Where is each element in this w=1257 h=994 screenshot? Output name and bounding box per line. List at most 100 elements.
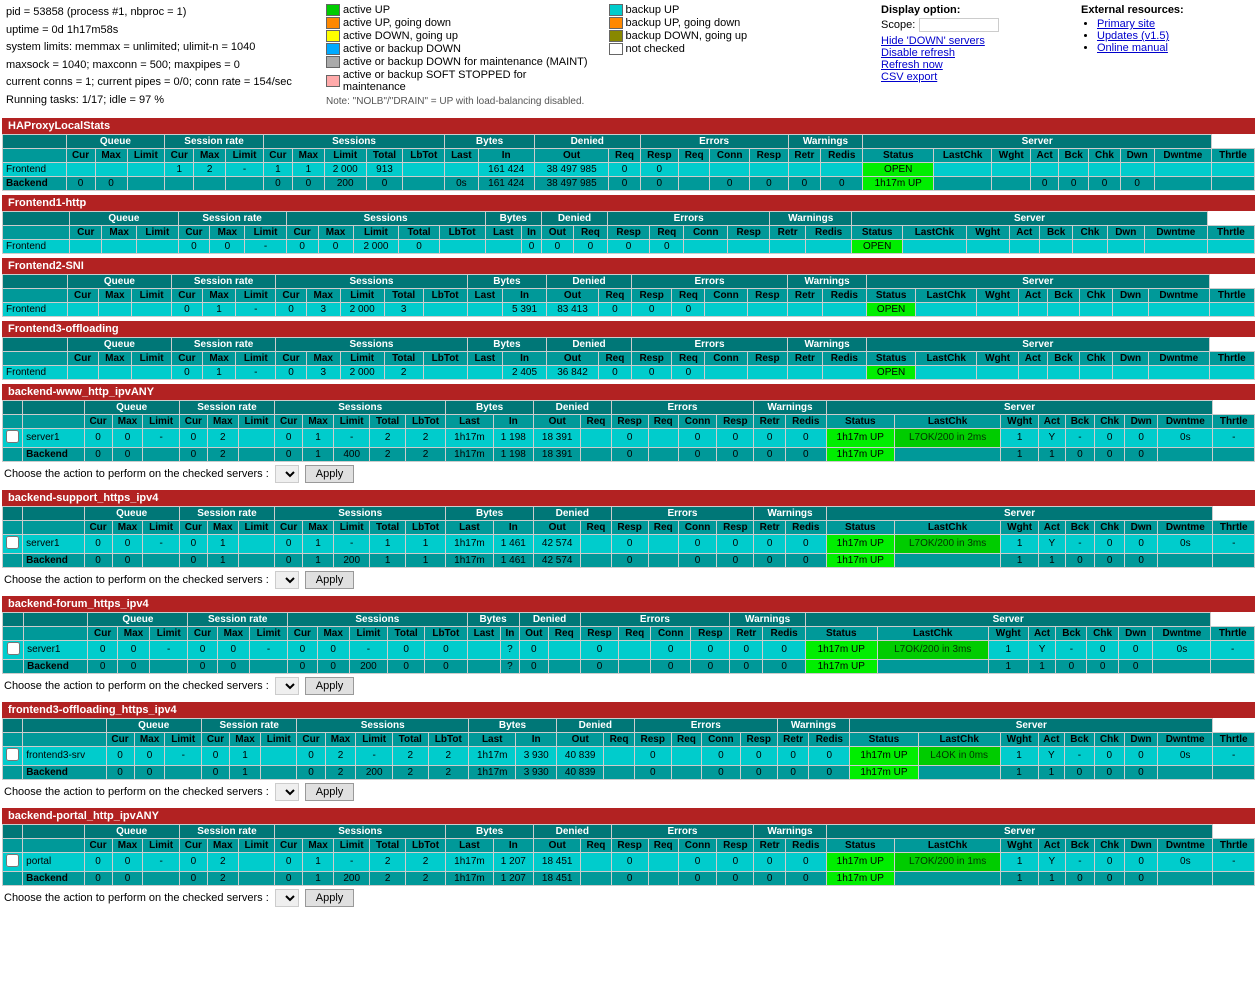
th-session-rate: Session rate: [178, 211, 286, 225]
th-server: Server: [867, 274, 1209, 288]
apply-button-backend-support-https-ipv4[interactable]: Apply: [305, 571, 355, 589]
th-warnings: Warnings: [754, 824, 826, 838]
action-row-backend-portal-http-ipvany: Choose the action to perform on the chec…: [2, 886, 1255, 910]
uptime-line: uptime = 0d 1h17m58s: [6, 22, 316, 40]
action-label: Choose the action to perform on the chec…: [4, 786, 269, 798]
row-checkbox-0[interactable]: [6, 854, 19, 867]
row-checkbox-0[interactable]: [7, 642, 20, 655]
status-badge: 1h17m UP: [826, 428, 894, 447]
apply-button-backend-www-http-ipvany[interactable]: Apply: [305, 465, 355, 483]
th-queue: Queue: [88, 612, 188, 626]
legend-item: active UP: [326, 4, 589, 16]
th-warnings: Warnings: [770, 211, 852, 225]
th-denied: Denied: [534, 400, 612, 414]
row-checkbox-0[interactable]: [6, 536, 19, 549]
th-queue: Queue: [84, 400, 179, 414]
th-warnings: Warnings: [777, 718, 849, 732]
row-checkbox-0[interactable]: [6, 430, 19, 443]
th-errors: Errors: [611, 400, 754, 414]
th-denied: Denied: [547, 337, 632, 351]
th-server: Server: [852, 211, 1208, 225]
section-backend-www-http-ipvany: backend-www_http_ipvANYQueueSession rate…: [2, 384, 1255, 486]
csv-export-link[interactable]: CSV export: [881, 71, 937, 83]
th-session-rate: Session rate: [179, 400, 274, 414]
lastchk-cell: L7OK/200 in 3ms: [894, 534, 1000, 553]
online-manual-link[interactable]: Online manual: [1097, 42, 1168, 54]
table-row: Backend00000020000?0000001h17m UP11000: [3, 659, 1255, 673]
table-backend-www-http-ipvany: QueueSession rateSessionsBytesDeniedErro…: [2, 400, 1255, 462]
section-title-frontend3-offloading-https-ipv4: frontend3-offloading_https_ipv4: [2, 702, 1255, 718]
th-bytes: Bytes: [467, 337, 546, 351]
th-session-rate: Session rate: [179, 824, 274, 838]
status-badge: 1h17m UP: [850, 746, 919, 765]
lastchk-cell: [877, 659, 988, 673]
th-server: Server: [863, 134, 1212, 148]
legend-note: Note: "NOLB"/"DRAIN" = UP with load-bala…: [326, 96, 871, 107]
apply-button-backend-portal-http-ipvany[interactable]: Apply: [305, 889, 355, 907]
lastchk-cell: [894, 553, 1000, 567]
th-name: [3, 337, 68, 351]
th-denied: Denied: [534, 506, 612, 520]
disable-refresh-link[interactable]: Disable refresh: [881, 47, 955, 59]
legend-item: backup UP, going down: [609, 17, 872, 29]
status-badge: 1h17m UP: [850, 765, 919, 779]
th-errors: Errors: [631, 274, 787, 288]
action-row-backend-forum-https-ipv4: Choose the action to perform on the chec…: [2, 674, 1255, 698]
th-server: Server: [867, 337, 1209, 351]
action-select-backend-www-http-ipvany[interactable]: [275, 465, 299, 483]
refresh-now-link[interactable]: Refresh now: [881, 59, 943, 71]
th-queue: Queue: [67, 337, 171, 351]
table-row: server100-0201-221h17m1 19818 391000001h…: [3, 428, 1255, 447]
table-row: server100-00-00-00?0000001h17m UPL7OK/20…: [3, 640, 1255, 659]
row-name: portal: [23, 852, 84, 871]
th-denied: Denied: [541, 211, 607, 225]
apply-button-backend-forum-https-ipv4[interactable]: Apply: [305, 677, 355, 695]
th-errors: Errors: [611, 506, 754, 520]
action-select-backend-portal-http-ipvany[interactable]: [275, 889, 299, 907]
th-sessions: Sessions: [276, 274, 467, 288]
table-row: frontend3-srv00-0102-221h17m3 93040 8390…: [3, 746, 1255, 765]
updates-link[interactable]: Updates (v1.5): [1097, 30, 1169, 42]
row-name: Frontend: [3, 239, 70, 253]
th-bytes: Bytes: [446, 400, 534, 414]
action-select-backend-forum-https-ipv4[interactable]: [275, 677, 299, 695]
lastchk-cell: [916, 302, 977, 316]
status-badge: 1h17m UP: [826, 852, 894, 871]
section-title-frontend1-http: Frontend1-http: [2, 195, 1255, 211]
lastchk-cell: [934, 176, 992, 190]
hide-down-link[interactable]: Hide 'DOWN' servers: [881, 35, 985, 47]
section-frontend3-offloading-https-ipv4: frontend3-offloading_https_ipv4QueueSess…: [2, 702, 1255, 804]
scope-input[interactable]: [919, 18, 999, 32]
primary-site-link[interactable]: Primary site: [1097, 18, 1155, 30]
external-resources: External resources: Primary site Updates…: [1081, 4, 1251, 54]
section-backend-portal-http-ipvany: backend-portal_http_ipvANYQueueSession r…: [2, 808, 1255, 910]
action-select-frontend3-offloading-https-ipv4[interactable]: [275, 783, 299, 801]
section-backend-forum-https-ipv4: backend-forum_https_ipv4QueueSession rat…: [2, 596, 1255, 698]
table-frontend3-offloading-https-ipv4: QueueSession rateSessionsBytesDeniedErro…: [2, 718, 1255, 780]
th-sessions: Sessions: [275, 824, 446, 838]
pid-line: pid = 53858 (process #1, nbproc = 1): [6, 4, 316, 22]
th-errors: Errors: [608, 211, 770, 225]
th-session-rate: Session rate: [172, 274, 276, 288]
th-errors: Errors: [580, 612, 730, 626]
action-select-backend-support-https-ipv4[interactable]: [275, 571, 299, 589]
section-frontend1-http: Frontend1-httpQueueSession rateSessionsB…: [2, 195, 1255, 254]
th-warnings: Warnings: [788, 274, 867, 288]
table-backend-forum-https-ipv4: QueueSession rateSessionsBytesDeniedErro…: [2, 612, 1255, 674]
th-session-rate: Session rate: [172, 337, 276, 351]
table-row: Frontend00-002 000000000OPEN: [3, 239, 1255, 253]
table-row: Frontend12-112 000913161 42438 497 98500…: [3, 162, 1255, 176]
legend-item: active DOWN, going up: [326, 30, 589, 42]
action-label: Choose the action to perform on the chec…: [4, 574, 269, 586]
row-name: Frontend: [3, 302, 68, 316]
apply-button-frontend3-offloading-https-ipv4[interactable]: Apply: [305, 783, 355, 801]
section-title-backend-www-http-ipvany: backend-www_http_ipvANY: [2, 384, 1255, 400]
table-frontend3-offloading: QueueSession rateSessionsBytesDeniedErro…: [2, 337, 1255, 380]
legend-item: backup UP: [609, 4, 872, 16]
th-session-rate: Session rate: [201, 718, 296, 732]
section-title-backend-forum-https-ipv4: backend-forum_https_ipv4: [2, 596, 1255, 612]
external-resources-title: External resources:: [1081, 4, 1251, 16]
table-row: Backend000020000s161 42438 497 985000000…: [3, 176, 1255, 190]
row-checkbox-0[interactable]: [6, 748, 19, 761]
status-badge: 1h17m UP: [826, 534, 894, 553]
